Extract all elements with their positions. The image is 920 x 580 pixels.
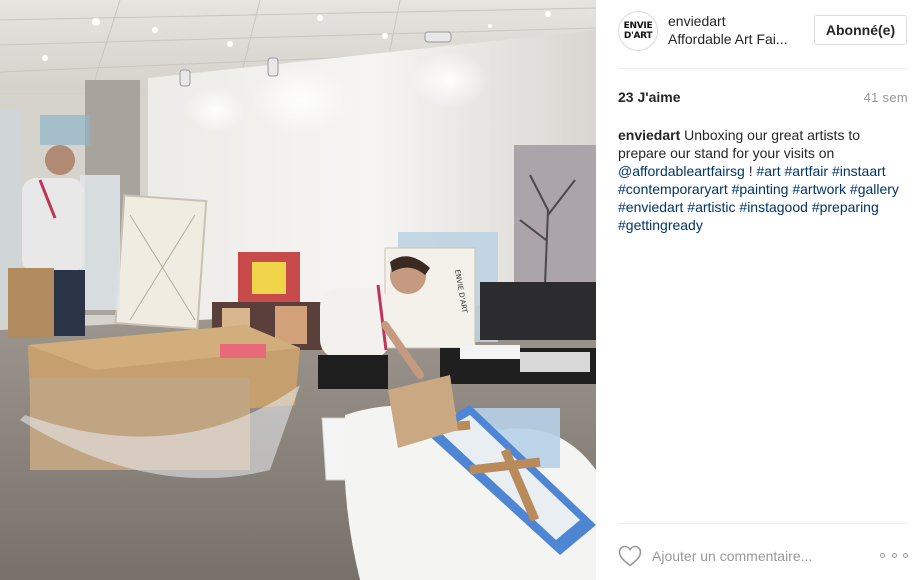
post-photo[interactable]: ENVIE D'ART <box>0 0 596 580</box>
hashtag-link[interactable]: #contemporaryart <box>618 181 728 197</box>
header-divider <box>618 68 908 69</box>
likes-count[interactable]: 23 J'aime <box>618 89 681 105</box>
hashtag-link[interactable]: #artwork <box>792 181 846 197</box>
hashtag-link[interactable]: #art <box>756 163 780 179</box>
comment-input[interactable] <box>652 546 852 566</box>
post-caption: enviedart Unboxing our great artists to … <box>618 126 908 234</box>
more-dot-icon <box>891 552 897 558</box>
following-button[interactable]: Abonné(e) <box>814 15 907 45</box>
more-options-icon[interactable] <box>880 546 908 564</box>
caption-mention-link[interactable]: @affordableartfairsg <box>618 163 745 179</box>
hashtag-link[interactable]: #instagood <box>739 199 808 215</box>
hashtag-link[interactable]: #gettingready <box>618 217 703 233</box>
comment-bar <box>596 524 920 580</box>
hashtag-link[interactable]: #gallery <box>850 181 899 197</box>
location-link[interactable]: Affordable Art Fai... <box>668 31 788 47</box>
hashtag-link[interactable]: #preparing <box>812 199 879 215</box>
avatar[interactable]: ENVIE D'ART <box>618 11 658 51</box>
post-header: ENVIE D'ART enviedart Affordable Art Fai… <box>596 0 920 68</box>
post-side-panel: ENVIE D'ART enviedart Affordable Art Fai… <box>596 0 920 580</box>
heart-outline-icon[interactable] <box>618 545 642 567</box>
more-dot-icon <box>880 552 885 558</box>
hashtag-link[interactable]: #artistic <box>687 199 735 215</box>
hashtag-link[interactable]: #instaart <box>832 163 886 179</box>
post-timestamp[interactable]: 41 sem <box>864 90 908 105</box>
avatar-line-2: D'ART <box>623 31 653 41</box>
more-dot-icon <box>903 552 908 558</box>
hashtag-link[interactable]: #painting <box>732 181 789 197</box>
hashtag-link[interactable]: #artfair <box>785 163 829 179</box>
photo-illustration: ENVIE D'ART <box>0 0 596 580</box>
hashtag-link[interactable]: #enviedart <box>618 199 683 215</box>
avatar-line-1: ENVIE <box>623 21 653 31</box>
caption-author-link[interactable]: enviedart <box>618 127 680 143</box>
caption-separator: ! <box>744 163 757 179</box>
username-link[interactable]: enviedart <box>668 13 726 29</box>
